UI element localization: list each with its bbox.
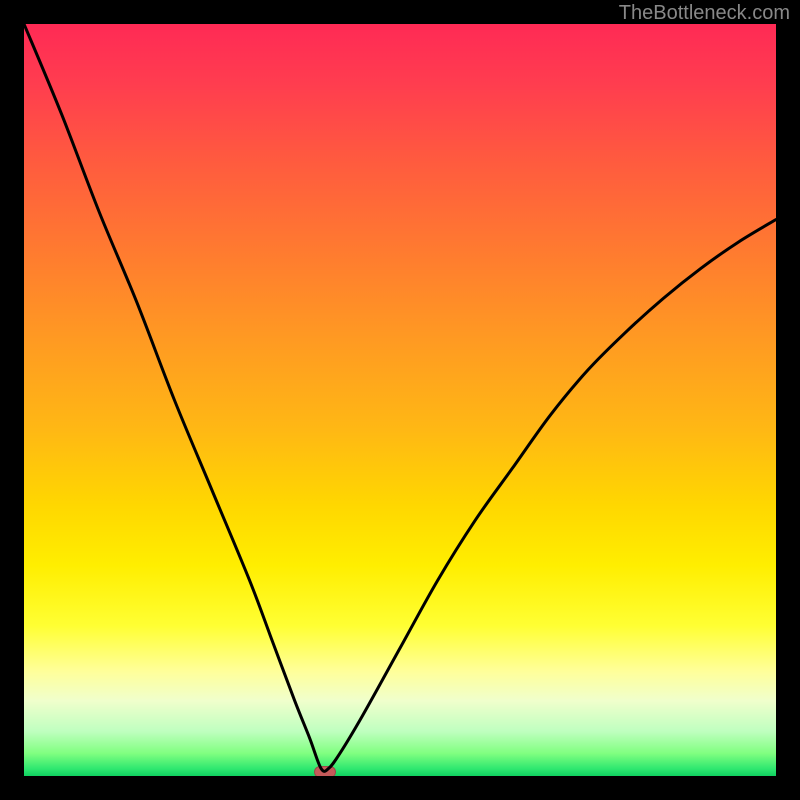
watermark-text: TheBottleneck.com xyxy=(619,2,790,25)
bottleneck-curve xyxy=(24,24,776,776)
chart-frame: TheBottleneck.com xyxy=(0,0,800,800)
plot-area xyxy=(24,24,776,776)
